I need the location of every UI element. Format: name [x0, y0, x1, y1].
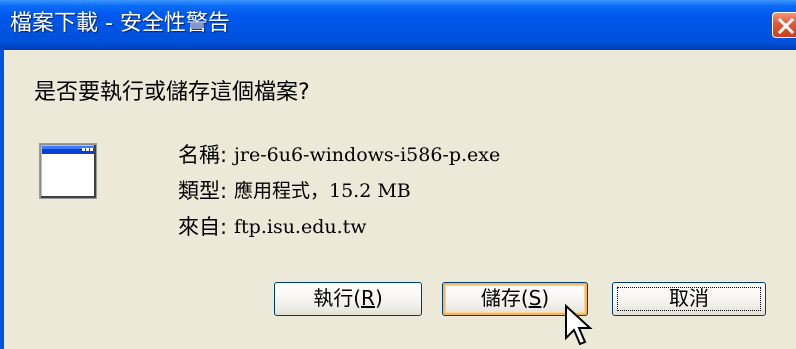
file-download-security-dialog: 檔案下載 - 安全性警告 是否要執行或儲存這個檔案? 名稱: jre-6u6-w… [0, 0, 796, 349]
cancel-button-label: 取消 [669, 286, 709, 310]
save-button-mnemonic: S [528, 286, 542, 310]
window-title: 檔案下載 - 安全性警告 [10, 11, 230, 36]
cancel-button[interactable]: 取消 [612, 282, 766, 316]
save-button-close-paren: ) [541, 286, 550, 310]
run-button[interactable]: 執行(R) [274, 282, 422, 316]
run-button-label: 執行 [313, 286, 354, 310]
file-source-value: ftp.isu.edu.tw [234, 216, 367, 238]
close-button[interactable] [772, 12, 796, 38]
file-source-label: 來自: [178, 215, 228, 239]
close-icon [778, 18, 794, 34]
file-type-label: 類型: [178, 179, 228, 203]
window-frame-left [0, 50, 4, 349]
save-button-label: 儲存 [480, 286, 521, 310]
file-name-value: jre-6u6-windows-i586-p.exe [234, 144, 501, 166]
file-name-label: 名稱: [178, 143, 228, 167]
run-button-mnemonic: R [361, 286, 375, 310]
download-question: 是否要執行或儲存這個檔案? [34, 80, 310, 105]
file-type-value: 應用程式，15.2 MB [234, 180, 411, 202]
mouse-pointer-icon [565, 304, 593, 346]
run-button-close-paren: ) [374, 286, 383, 310]
save-button-open-paren: ( [520, 286, 529, 310]
title-bar[interactable]: 檔案下載 - 安全性警告 [0, 0, 796, 50]
application-window-icon [39, 143, 97, 199]
run-button-open-paren: ( [353, 286, 362, 310]
